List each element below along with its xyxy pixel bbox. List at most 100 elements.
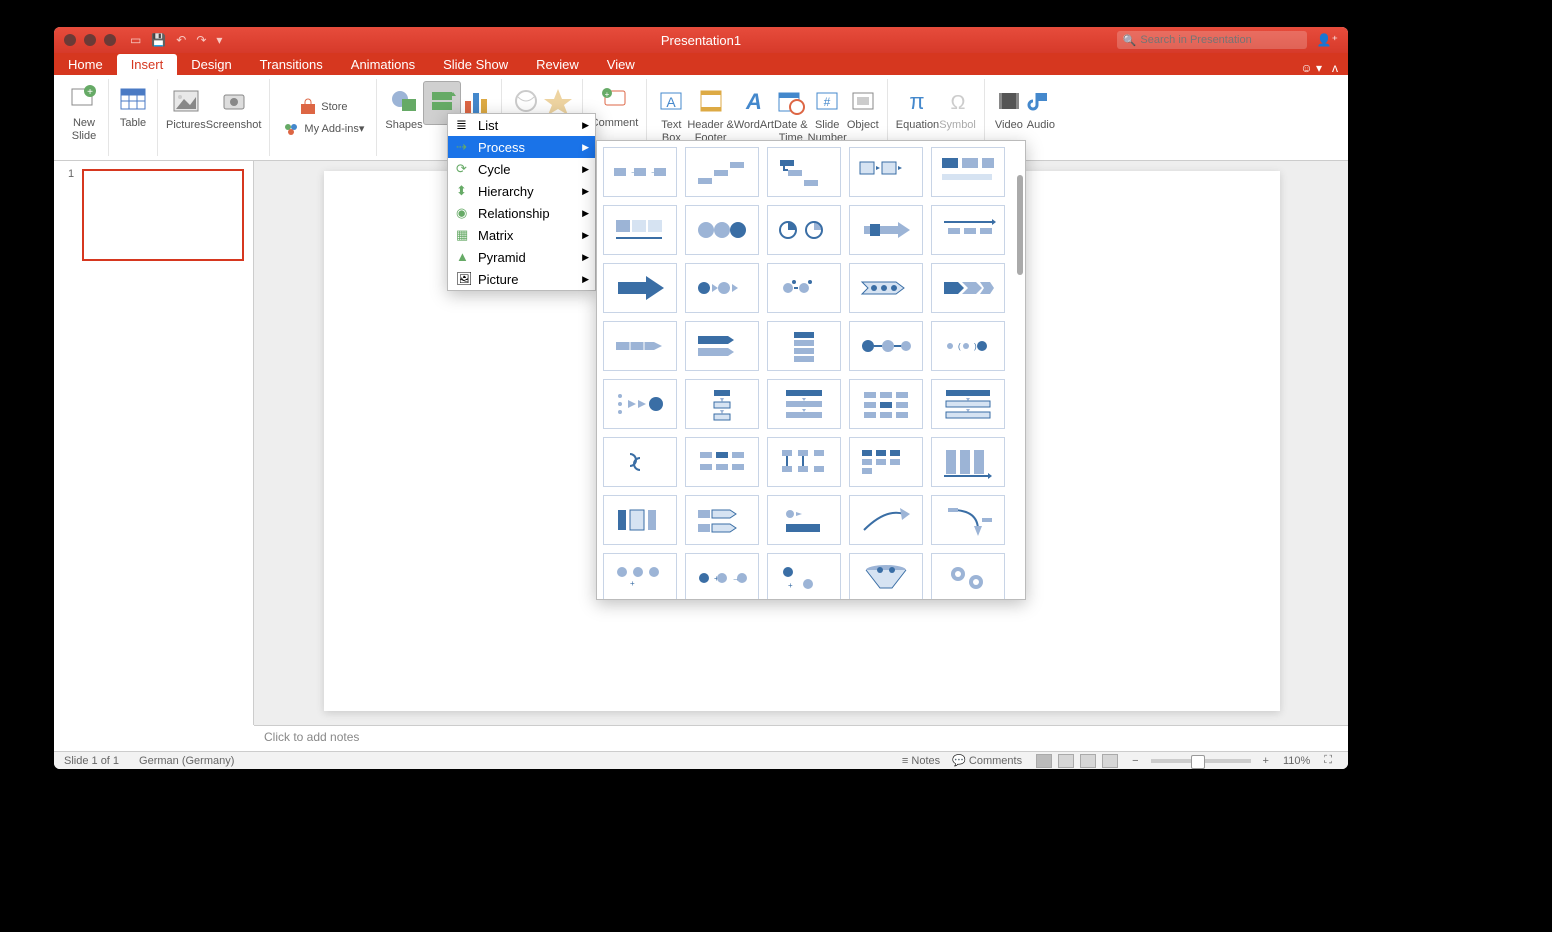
process-chevron-circle[interactable] bbox=[685, 263, 759, 313]
process-step-up[interactable] bbox=[685, 147, 759, 197]
object-button[interactable]: Object bbox=[847, 81, 879, 132]
notes-toggle[interactable]: ≡ Notes bbox=[902, 755, 940, 767]
video-button[interactable]: Video bbox=[993, 81, 1025, 132]
process-segmented[interactable] bbox=[603, 321, 677, 371]
process-accent[interactable] bbox=[849, 147, 923, 197]
view-slideshow-icon[interactable] bbox=[1102, 754, 1118, 768]
wordart-button[interactable]: AWordArt bbox=[734, 81, 774, 132]
qat-save-icon[interactable]: 💾 bbox=[151, 33, 166, 47]
menu-item-cycle[interactable]: ⟳Cycle▶ bbox=[448, 158, 595, 180]
header-footer-button[interactable]: Header & Footer bbox=[687, 81, 733, 145]
process-closed-chevron[interactable] bbox=[849, 321, 923, 371]
view-normal-icon[interactable] bbox=[1036, 754, 1052, 768]
process-vertical-arrow[interactable] bbox=[685, 379, 759, 429]
zoom-dot[interactable] bbox=[104, 34, 116, 46]
search-box[interactable]: 🔍 bbox=[1117, 31, 1307, 49]
gallery-scrollbar[interactable] bbox=[1017, 175, 1023, 275]
menu-item-process[interactable]: ⇢Process▶ bbox=[448, 136, 595, 158]
addins-button[interactable]: My Add-ins ▾ bbox=[278, 118, 368, 140]
fit-window-icon[interactable]: ⛶ bbox=[1324, 754, 1332, 767]
zoom-slider[interactable] bbox=[1151, 759, 1251, 763]
qat-customize-icon[interactable]: ▾ bbox=[216, 33, 222, 47]
tab-home[interactable]: Home bbox=[54, 54, 117, 75]
process-sub-step[interactable] bbox=[685, 495, 759, 545]
menu-item-pyramid[interactable]: ▲Pyramid▶ bbox=[448, 246, 595, 268]
menu-item-matrix[interactable]: ▦Matrix▶ bbox=[448, 224, 595, 246]
tab-animations[interactable]: Animations bbox=[337, 54, 429, 75]
process-increasing-circle[interactable] bbox=[685, 205, 759, 255]
menu-item-hierarchy[interactable]: ⬍Hierarchy▶ bbox=[448, 180, 595, 202]
date-time-button[interactable]: Date & Time bbox=[774, 81, 808, 145]
process-org[interactable] bbox=[849, 437, 923, 487]
process-circular-bending[interactable] bbox=[931, 495, 1005, 545]
process-equation[interactable]: + bbox=[603, 553, 677, 600]
tab-review[interactable]: Review bbox=[522, 54, 593, 75]
tab-insert[interactable]: Insert bbox=[117, 54, 178, 75]
process-phased[interactable] bbox=[931, 379, 1005, 429]
tab-transitions[interactable]: Transitions bbox=[246, 54, 337, 75]
process-upward-arrow[interactable] bbox=[849, 495, 923, 545]
process-interconnected[interactable]: () bbox=[931, 321, 1005, 371]
tab-design[interactable]: Design bbox=[177, 54, 245, 75]
zoom-in-button[interactable]: + bbox=[1263, 755, 1269, 767]
screenshot-button[interactable]: Screenshot bbox=[206, 81, 262, 132]
qat-redo-icon[interactable]: ↷ bbox=[196, 33, 206, 47]
equation-button[interactable]: πEquation bbox=[896, 81, 939, 132]
process-random-result[interactable] bbox=[767, 495, 841, 545]
notes-pane[interactable]: Click to add notes bbox=[254, 725, 1348, 751]
share-button[interactable]: 👤⁺ bbox=[1317, 33, 1338, 47]
process-alternating[interactable] bbox=[931, 147, 1005, 197]
search-input[interactable] bbox=[1140, 34, 1282, 46]
tab-slideshow[interactable]: Slide Show bbox=[429, 54, 522, 75]
process-chevron-block[interactable] bbox=[849, 263, 923, 313]
slide-number-button[interactable]: #Slide Number bbox=[808, 81, 847, 145]
textbox-button[interactable]: AText Box bbox=[655, 81, 687, 145]
minimize-dot[interactable] bbox=[84, 34, 96, 46]
zoom-level[interactable]: 110% bbox=[1283, 755, 1310, 767]
pictures-button[interactable]: Pictures bbox=[166, 81, 206, 132]
new-slide-button[interactable]: +New Slide bbox=[68, 79, 100, 143]
process-detailed[interactable] bbox=[603, 495, 677, 545]
slide-thumbnail-1[interactable] bbox=[82, 169, 244, 261]
process-converging[interactable] bbox=[603, 379, 677, 429]
process-pie[interactable] bbox=[767, 205, 841, 255]
process-arrow-strip[interactable] bbox=[849, 205, 923, 255]
close-dot[interactable] bbox=[64, 34, 76, 46]
process-descending-block[interactable] bbox=[767, 379, 841, 429]
qat-undo-icon[interactable]: ↶ bbox=[176, 33, 186, 47]
process-big-arrow[interactable] bbox=[603, 263, 677, 313]
feedback-smiley-icon[interactable]: ☺ ▾ bbox=[1300, 61, 1322, 75]
menu-item-picture[interactable]: 🖼Picture▶ bbox=[448, 268, 595, 290]
view-reading-icon[interactable] bbox=[1080, 754, 1096, 768]
process-dots[interactable] bbox=[767, 263, 841, 313]
store-button[interactable]: Store bbox=[295, 96, 351, 118]
process-vertical-chevron[interactable] bbox=[767, 321, 841, 371]
process-columns[interactable] bbox=[931, 437, 1005, 487]
process-gear[interactable] bbox=[603, 437, 677, 487]
process-step-down[interactable] bbox=[767, 147, 841, 197]
process-vertical-equation[interactable]: + bbox=[767, 553, 841, 600]
table-button[interactable]: Table bbox=[117, 79, 149, 130]
menu-item-relationship[interactable]: ◉Relationship▶ bbox=[448, 202, 595, 224]
process-gear-detail[interactable] bbox=[931, 553, 1005, 600]
status-language[interactable]: German (Germany) bbox=[139, 755, 234, 767]
process-timeline[interactable] bbox=[931, 205, 1005, 255]
comment-button[interactable]: +Comment bbox=[591, 79, 639, 130]
audio-button[interactable]: Audio bbox=[1025, 81, 1057, 132]
qat-presentation-icon[interactable]: ▭ bbox=[130, 33, 141, 47]
process-staggered[interactable] bbox=[685, 321, 759, 371]
collapse-ribbon-icon[interactable]: ʌ bbox=[1332, 61, 1338, 75]
view-sorter-icon[interactable] bbox=[1058, 754, 1074, 768]
process-hierarchy[interactable] bbox=[767, 437, 841, 487]
menu-item-list[interactable]: ≣List▶ bbox=[448, 114, 595, 136]
process-basic[interactable]: →→ bbox=[603, 147, 677, 197]
shapes-button[interactable]: Shapes bbox=[385, 81, 422, 132]
process-chevron-list[interactable] bbox=[931, 263, 1005, 313]
zoom-out-button[interactable]: − bbox=[1132, 755, 1138, 767]
tab-view[interactable]: View bbox=[593, 54, 649, 75]
process-funnel[interactable] bbox=[849, 553, 923, 600]
process-continuous-block[interactable] bbox=[603, 205, 677, 255]
process-horizontal-equation[interactable]: +→ bbox=[685, 553, 759, 600]
process-grid[interactable] bbox=[849, 379, 923, 429]
comments-toggle[interactable]: 💬 Comments bbox=[952, 754, 1022, 767]
